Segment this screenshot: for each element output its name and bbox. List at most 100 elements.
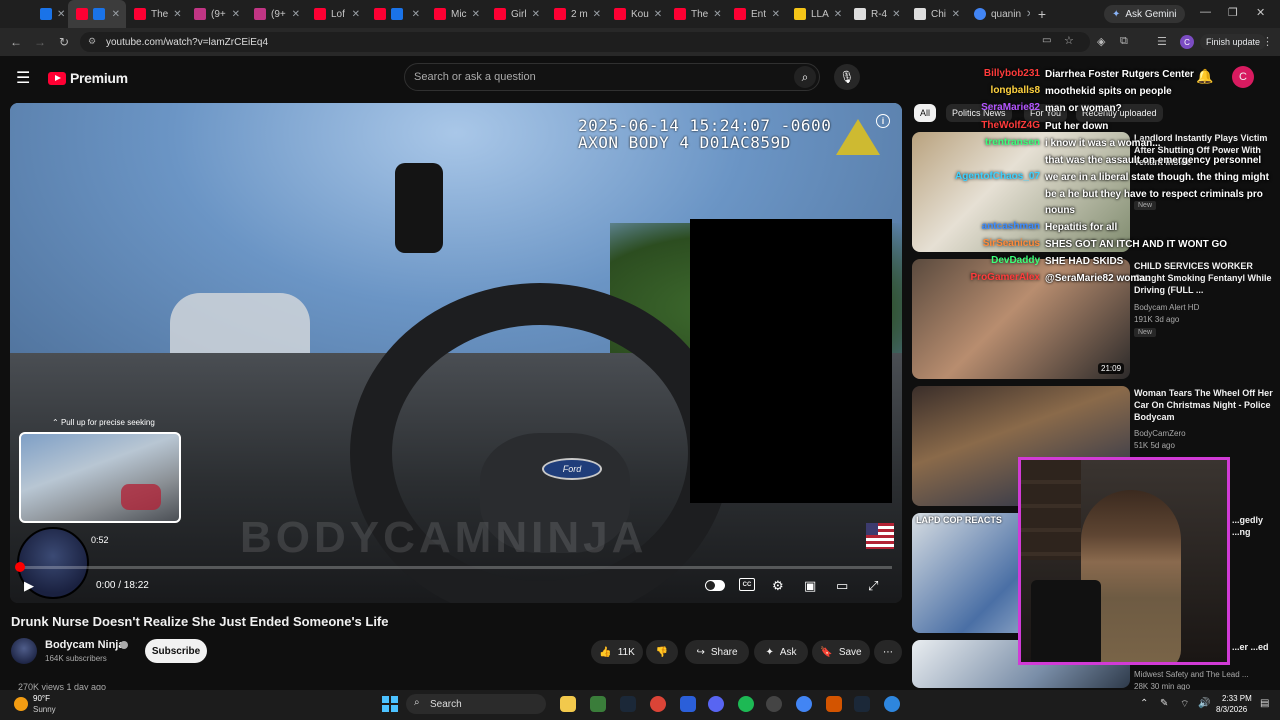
site-info-icon[interactable]: ⚙ xyxy=(88,36,96,47)
wifi-icon[interactable]: ⌔ xyxy=(1180,698,1189,711)
browser-tab[interactable]: LLA ✕ xyxy=(786,0,846,28)
app-icon[interactable] xyxy=(826,696,842,712)
browser-tab[interactable]: (9+ ✕ xyxy=(246,0,306,28)
puzzle-icon[interactable]: ⧉ xyxy=(1120,35,1128,48)
finish-update-button[interactable]: Finish update xyxy=(1200,34,1267,50)
notifications-icon[interactable]: ▤ xyxy=(1260,698,1269,709)
play-icon[interactable]: ▶ xyxy=(24,578,34,594)
chrome-icon[interactable] xyxy=(650,696,666,712)
progress-scrubber[interactable] xyxy=(15,562,25,572)
extension-icon[interactable]: ◈ xyxy=(1097,35,1105,48)
hamburger-menu-icon[interactable]: ☰ xyxy=(16,68,30,88)
window-close-icon[interactable]: ✕ xyxy=(1256,6,1265,19)
close-icon[interactable]: ✕ xyxy=(112,9,120,20)
miniplayer-icon[interactable]: ▣ xyxy=(804,578,816,594)
browser-tab[interactable]: Chi ✕ xyxy=(906,0,966,28)
like-button[interactable]: 👍 11K xyxy=(591,640,643,664)
tray-pen-icon[interactable]: ✎ xyxy=(1160,698,1168,709)
address-bar[interactable]: ⚙ youtube.com/watch?v=lamZrCEiEq4 ▭ ☆ xyxy=(80,32,1090,52)
weather-sun-icon[interactable] xyxy=(14,697,28,711)
browser-tab[interactable]: Girl ✕ xyxy=(486,0,546,28)
close-icon[interactable]: ✕ xyxy=(834,9,842,20)
app-icon[interactable] xyxy=(680,696,696,712)
rec-title[interactable]: Woman Tears The Wheel Off Her Car On Chr… xyxy=(1134,387,1274,423)
steam-icon[interactable] xyxy=(854,696,870,712)
subscribe-button[interactable]: Subscribe xyxy=(145,639,207,663)
autoplay-toggle[interactable] xyxy=(705,580,725,591)
browser-tab[interactable]: X xyxy=(0,0,32,28)
channel-name[interactable]: Bodycam Ninja xyxy=(45,639,124,651)
discord-icon[interactable] xyxy=(708,696,724,712)
close-icon[interactable]: ✕ xyxy=(713,9,721,20)
close-icon[interactable]: ✕ xyxy=(232,9,240,20)
video-player[interactable]: Ford 2025-06-14 15:24:07 -0600 AXON BODY… xyxy=(10,103,902,603)
progress-bar[interactable] xyxy=(18,566,892,569)
ask-button[interactable]: ✦ Ask xyxy=(754,640,808,664)
cast-icon[interactable]: ▭ xyxy=(836,578,848,594)
account-avatar[interactable]: C xyxy=(1232,66,1254,88)
chip-all[interactable]: All xyxy=(914,104,937,122)
dislike-button[interactable]: 👎 xyxy=(646,640,678,664)
browser-tab[interactable]: quanin ✕ xyxy=(966,0,1030,28)
more-actions-button[interactable]: ⋯ xyxy=(874,640,902,664)
rec-channel[interactable]: BodyCamZero xyxy=(1134,429,1186,438)
search-input[interactable]: Search or ask a question xyxy=(404,63,820,91)
chrome-icon[interactable] xyxy=(796,696,812,712)
back-arrow-icon[interactable]: ← xyxy=(4,35,28,49)
rec-title[interactable]: CHILD SERVICES WORKER Caught Smoking Fen… xyxy=(1134,260,1274,296)
rec-channel[interactable]: Midwest Safety and The Lead ... xyxy=(1134,670,1249,679)
menu-kebab-icon[interactable]: ⋮ xyxy=(1262,35,1273,48)
install-icon[interactable]: ▭ xyxy=(1042,35,1051,46)
rec-channel[interactable]: Bodycam Alert HD xyxy=(1134,303,1199,312)
save-button[interactable]: 🔖 Save xyxy=(812,640,870,664)
channel-avatar[interactable] xyxy=(11,638,37,664)
close-icon[interactable]: ✕ xyxy=(593,9,601,20)
close-icon[interactable]: ✕ xyxy=(772,9,780,20)
tray-chevron-icon[interactable]: ⌃ xyxy=(1140,698,1148,709)
close-icon[interactable]: ✕ xyxy=(472,9,480,20)
browser-tab[interactable]: 2 m ✕ xyxy=(546,0,606,28)
forward-arrow-icon[interactable]: → xyxy=(28,35,52,49)
browser-tab[interactable]: Kou ✕ xyxy=(606,0,666,28)
browser-tab[interactable]: The ✕ xyxy=(126,0,186,28)
browser-tab[interactable]: The ✕ xyxy=(666,0,726,28)
browser-tab[interactable]: ✕ xyxy=(32,0,68,28)
share-button[interactable]: ↪ Share xyxy=(685,640,749,664)
info-icon[interactable]: i xyxy=(876,114,890,128)
close-icon[interactable]: ✕ xyxy=(173,9,181,20)
close-icon[interactable]: ✕ xyxy=(532,9,540,20)
spotify-icon[interactable] xyxy=(738,696,754,712)
reload-icon[interactable]: ↻ xyxy=(52,35,76,49)
browser-tab[interactable]: Ent ✕ xyxy=(726,0,786,28)
profile-avatar[interactable]: C xyxy=(1180,35,1194,49)
windows-start-icon[interactable] xyxy=(382,696,398,712)
close-icon[interactable]: ✕ xyxy=(292,9,300,20)
ask-gemini-button[interactable]: ✦ Ask Gemini xyxy=(1104,5,1185,23)
rec-title[interactable]: ...er ...ed xyxy=(1232,641,1272,653)
youtube-premium-logo[interactable]: Premium xyxy=(48,70,128,86)
close-icon[interactable]: ✕ xyxy=(57,9,65,20)
close-icon[interactable]: ✕ xyxy=(352,9,360,20)
rec-title[interactable]: ...gedly ...ng xyxy=(1232,514,1272,538)
close-icon[interactable]: ✕ xyxy=(412,9,420,20)
restore-icon[interactable]: ❐ xyxy=(1228,6,1238,19)
minimize-icon[interactable]: — xyxy=(1200,6,1211,18)
search-icon[interactable]: ⌕ xyxy=(794,66,816,88)
minecraft-icon[interactable] xyxy=(590,696,606,712)
browser-tab[interactable]: ✕ xyxy=(366,0,426,28)
browser-tab[interactable]: Lof ✕ xyxy=(306,0,366,28)
captions-icon[interactable]: CC xyxy=(739,578,755,591)
browser-tab[interactable]: R-4 ✕ xyxy=(846,0,906,28)
taskbar-search[interactable]: ⌕ Search xyxy=(406,694,546,714)
fullscreen-icon[interactable]: ⤢ xyxy=(868,578,878,594)
new-tab-button[interactable]: + xyxy=(1030,6,1054,22)
browser-tab-active[interactable]: ✕ xyxy=(68,0,126,28)
file-explorer-icon[interactable] xyxy=(560,696,576,712)
app-icon[interactable] xyxy=(766,696,782,712)
browser-tab[interactable]: Mic ✕ xyxy=(426,0,486,28)
tab-search-icon[interactable]: ☰ xyxy=(1157,35,1167,48)
close-icon[interactable]: ✕ xyxy=(892,9,900,20)
settings-gear-icon[interactable]: ⚙ xyxy=(772,578,784,594)
steam-icon[interactable] xyxy=(620,696,636,712)
close-icon[interactable]: ✕ xyxy=(654,9,662,20)
